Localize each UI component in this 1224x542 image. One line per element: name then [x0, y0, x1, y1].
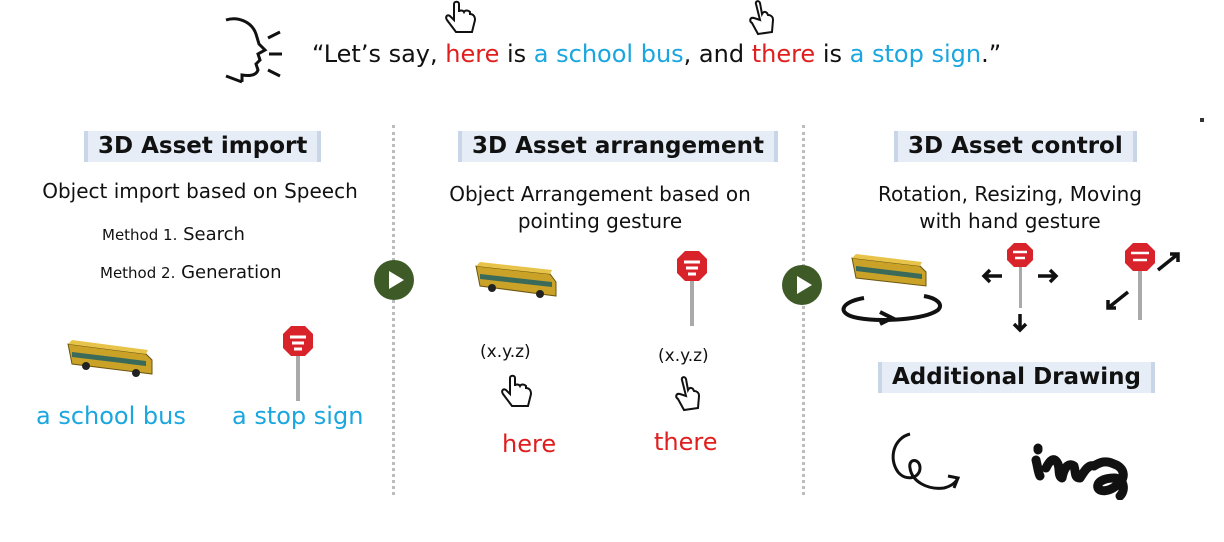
section-divider	[802, 125, 805, 495]
section-title-drawing: Additional Drawing	[878, 362, 1156, 393]
method-generation: Method 2. Generation	[100, 262, 282, 283]
section-title-import: 3D Asset import	[84, 131, 322, 162]
label-here: here	[502, 430, 557, 458]
label-there: there	[654, 428, 718, 456]
section-title-control: 3D Asset control	[894, 131, 1137, 162]
spiral-doodle-icon	[891, 432, 961, 490]
resize-stop-sign-icon	[1106, 243, 1180, 320]
quote-school-bus: a school bus	[533, 40, 684, 68]
pointing-hand-icon	[501, 374, 533, 407]
pointing-hand-icon	[749, 0, 775, 36]
stop-sign-icon	[677, 251, 707, 326]
method-search: Method 1. Search	[102, 224, 245, 245]
speaking-head-icon	[225, 17, 282, 84]
next-arrow-icon	[782, 265, 822, 305]
section-divider	[392, 125, 395, 495]
import-description: Object import based on Speech	[42, 179, 358, 203]
rotate-bus-icon	[841, 254, 942, 326]
scribble-doodle-icon	[1031, 443, 1128, 500]
arrangement-description: Object Arrangement based on pointing ges…	[449, 182, 751, 233]
quote-stop-sign: a stop sign	[849, 40, 982, 68]
pointing-hand-icon	[445, 0, 477, 33]
coordinate-label: (x.y.z)	[480, 342, 531, 362]
coordinate-label: (x.y.z)	[658, 346, 709, 366]
speech-quote: “Let’s say, here is a school bus, and th…	[312, 40, 1002, 68]
quote-here: here	[445, 40, 500, 68]
move-stop-sign-icon	[981, 243, 1059, 333]
section-title-arrangement: 3D Asset arrangement	[458, 131, 778, 162]
stop-sign-icon	[283, 326, 313, 401]
label-stop-sign: a stop sign	[232, 402, 364, 430]
school-bus-icon	[67, 340, 153, 377]
control-description: Rotation, Resizing, Moving with hand ges…	[877, 182, 1143, 233]
pointing-hand-icon	[675, 376, 701, 412]
stray-mark	[1200, 118, 1204, 122]
quote-there: there	[751, 40, 816, 68]
label-school-bus: a school bus	[36, 402, 186, 430]
school-bus-icon	[475, 262, 557, 298]
next-arrow-icon	[374, 260, 414, 300]
